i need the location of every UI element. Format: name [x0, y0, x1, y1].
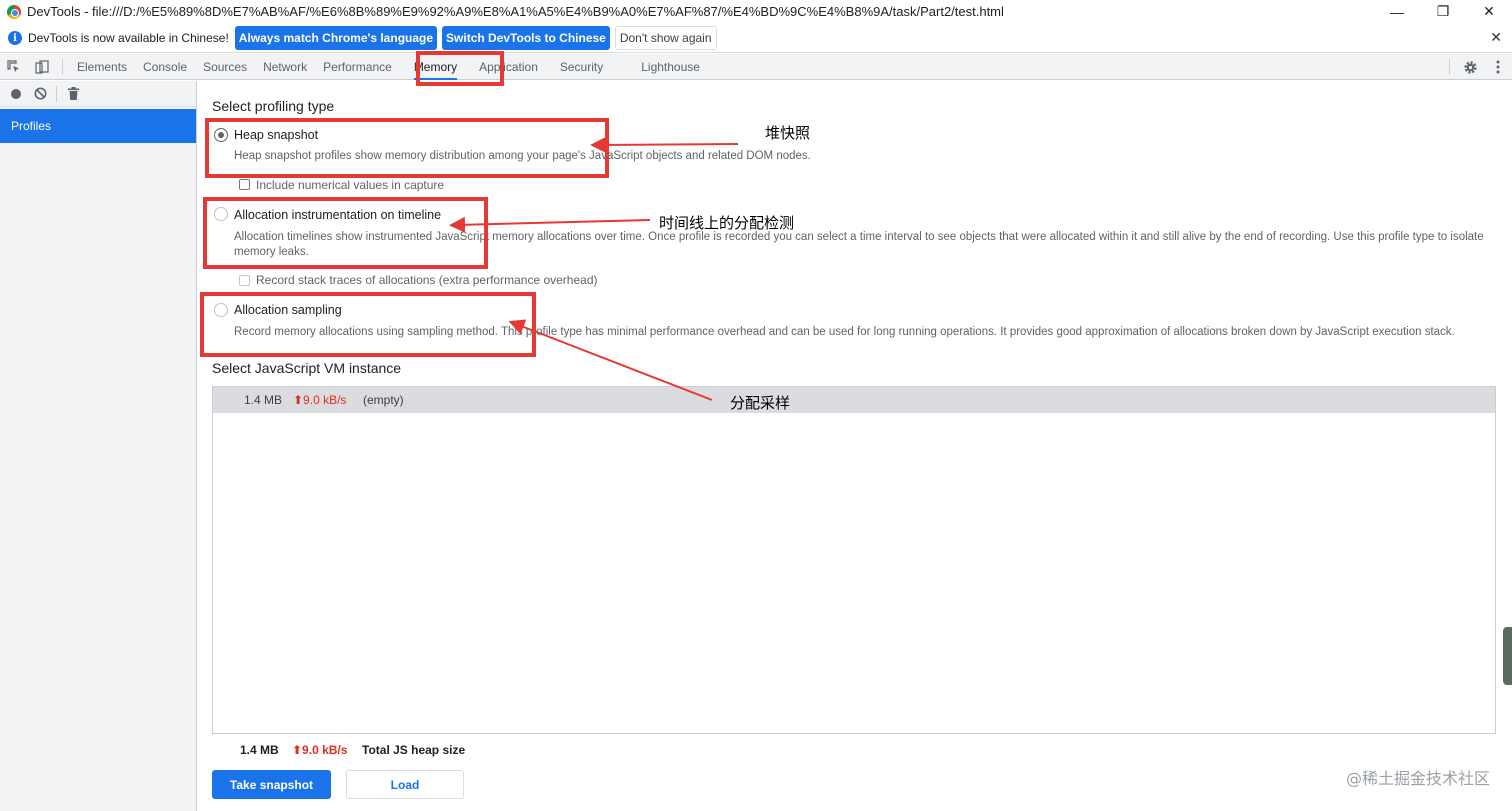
- watermark: @稀土掘金技术社区: [1345, 769, 1490, 788]
- scrollbar-thumb[interactable]: [1503, 627, 1512, 685]
- sampling-annotation: 分配采样: [730, 394, 791, 412]
- heap-arrow: [590, 136, 739, 153]
- timeline-arrow: [449, 216, 651, 233]
- heap-annotation: 堆快照: [765, 124, 811, 142]
- sampling-arrow: [508, 319, 713, 401]
- timeline-annotation: 时间线上的分配检测: [659, 214, 795, 232]
